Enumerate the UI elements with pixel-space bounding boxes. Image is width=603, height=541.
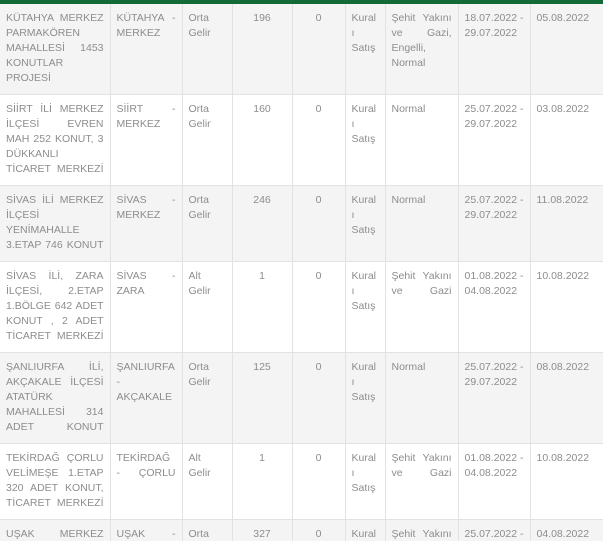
cell-sale-type: Kuralı Satış: [345, 185, 386, 262]
cell-sale-type: Kuralı Satış: [345, 4, 386, 95]
cell-draw-date: 05.08.2022: [530, 4, 603, 95]
cell-unit-count: 327: [232, 519, 293, 541]
cell-income-group: Orta Gelir: [182, 519, 233, 541]
cell-location: SİİRT - MERKEZ: [110, 94, 183, 186]
cell-shop-count: 0: [292, 4, 346, 95]
cell-project: TEKİRDAĞ ÇORLU VELİMEŞE 1.ETAP 320 ADET …: [0, 443, 111, 520]
cell-income-group: Orta Gelir: [182, 352, 233, 444]
header-cell-income-group: [182, 0, 232, 4]
cell-shop-count: 0: [292, 352, 346, 444]
cell-shop-count: 0: [292, 94, 346, 186]
project-table-body: KÜTAHYA MERKEZ PARMAKÖREN MAHALLESİ 1453…: [0, 4, 603, 541]
table-row[interactable]: SİVAS İLİ, ZARA İLÇESİ, 2.ETAP 1.BÖLGE 6…: [0, 261, 603, 353]
header-cell-shop-count: [292, 0, 345, 4]
cell-project: UŞAK MERKEZ KARAAĞAÇ MAHALLESİ 729 ADET …: [0, 519, 111, 541]
cell-project: SİİRT İLİ MERKEZ İLÇESİ EVREN MAH 252 KO…: [0, 94, 111, 186]
cell-category: Şehit Yakını ve Gazi, Engelli, Normal: [385, 4, 459, 95]
table-row[interactable]: ŞANLIURFA İLİ, AKÇAKALE İLÇESİ ATATÜRK M…: [0, 352, 603, 444]
header-cell-unit-count: [232, 0, 292, 4]
cell-unit-count: 160: [232, 94, 293, 186]
project-table-container: KÜTAHYA MERKEZ PARMAKÖREN MAHALLESİ 1453…: [0, 0, 603, 541]
cell-unit-count: 1: [232, 261, 293, 353]
cell-shop-count: 0: [292, 443, 346, 520]
header-cell-application-dates: [458, 0, 530, 4]
cell-project: SİVAS İLİ, ZARA İLÇESİ, 2.ETAP 1.BÖLGE 6…: [0, 261, 111, 353]
cell-category: Normal: [385, 185, 459, 262]
cell-unit-count: 196: [232, 4, 293, 95]
cell-application-dates: 25.07.2022 - 29.07.2022: [458, 519, 531, 541]
cell-application-dates: 25.07.2022 - 29.07.2022: [458, 352, 531, 444]
cell-draw-date: 11.08.2022: [530, 185, 603, 262]
cell-draw-date: 04.08.2022: [530, 519, 603, 541]
table-header-bar: [0, 0, 603, 4]
cell-income-group: Alt Gelir: [182, 443, 233, 520]
cell-unit-count: 125: [232, 352, 293, 444]
cell-application-dates: 01.08.2022 - 04.08.2022: [458, 261, 531, 353]
cell-category: Şehit Yakını ve Gazi, Engelli, Normal: [385, 519, 459, 541]
cell-application-dates: 18.07.2022 - 29.07.2022: [458, 4, 531, 95]
header-cell-draw-date: [530, 0, 603, 4]
cell-sale-type: Kuralı Satış: [345, 261, 386, 353]
header-cell-category: [385, 0, 458, 4]
table-row[interactable]: TEKİRDAĞ ÇORLU VELİMEŞE 1.ETAP 320 ADET …: [0, 443, 603, 520]
cell-sale-type: Kuralı Satış: [345, 94, 386, 186]
cell-unit-count: 1: [232, 443, 293, 520]
cell-location: UŞAK - MERKEZ: [110, 519, 183, 541]
cell-income-group: Orta Gelir: [182, 94, 233, 186]
header-cell-sale-type: [345, 0, 385, 4]
project-table: KÜTAHYA MERKEZ PARMAKÖREN MAHALLESİ 1453…: [0, 4, 603, 541]
cell-draw-date: 10.08.2022: [530, 261, 603, 353]
cell-application-dates: 25.07.2022 - 29.07.2022: [458, 94, 531, 186]
cell-location: ŞANLIURFA - AKÇAKALE: [110, 352, 183, 444]
cell-location: KÜTAHYA - MERKEZ: [110, 4, 183, 95]
cell-location: SİVAS - MERKEZ: [110, 185, 183, 262]
cell-application-dates: 25.07.2022 - 29.07.2022: [458, 185, 531, 262]
cell-project: SİVAS İLİ MERKEZ İLÇESİ YENİMAHALLE 3.ET…: [0, 185, 111, 262]
cell-project: KÜTAHYA MERKEZ PARMAKÖREN MAHALLESİ 1453…: [0, 4, 111, 95]
cell-income-group: Alt Gelir: [182, 261, 233, 353]
cell-category: Normal: [385, 94, 459, 186]
cell-category: Şehit Yakını ve Gazi: [385, 261, 459, 353]
cell-shop-count: 0: [292, 185, 346, 262]
cell-sale-type: Kuralı Satış: [345, 443, 386, 520]
cell-application-dates: 01.08.2022 - 04.08.2022: [458, 443, 531, 520]
table-row[interactable]: SİİRT İLİ MERKEZ İLÇESİ EVREN MAH 252 KO…: [0, 94, 603, 186]
cell-shop-count: 0: [292, 261, 346, 353]
cell-location: SİVAS - ZARA: [110, 261, 183, 353]
cell-income-group: Orta Gelir: [182, 185, 233, 262]
cell-location: TEKİRDAĞ - ÇORLU: [110, 443, 183, 520]
cell-sale-type: Kuralı Satış: [345, 519, 386, 541]
cell-category: Normal: [385, 352, 459, 444]
cell-income-group: Orta Gelir: [182, 4, 233, 95]
cell-unit-count: 246: [232, 185, 293, 262]
header-cell-project: [0, 0, 110, 4]
table-row[interactable]: KÜTAHYA MERKEZ PARMAKÖREN MAHALLESİ 1453…: [0, 4, 603, 95]
cell-draw-date: 03.08.2022: [530, 94, 603, 186]
cell-draw-date: 08.08.2022: [530, 352, 603, 444]
cell-project: ŞANLIURFA İLİ, AKÇAKALE İLÇESİ ATATÜRK M…: [0, 352, 111, 444]
table-row[interactable]: UŞAK MERKEZ KARAAĞAÇ MAHALLESİ 729 ADET …: [0, 519, 603, 541]
header-cell-location: [110, 0, 182, 4]
table-row[interactable]: SİVAS İLİ MERKEZ İLÇESİ YENİMAHALLE 3.ET…: [0, 185, 603, 262]
cell-draw-date: 10.08.2022: [530, 443, 603, 520]
cell-sale-type: Kuralı Satış: [345, 352, 386, 444]
cell-category: Şehit Yakını ve Gazi: [385, 443, 459, 520]
cell-shop-count: 0: [292, 519, 346, 541]
